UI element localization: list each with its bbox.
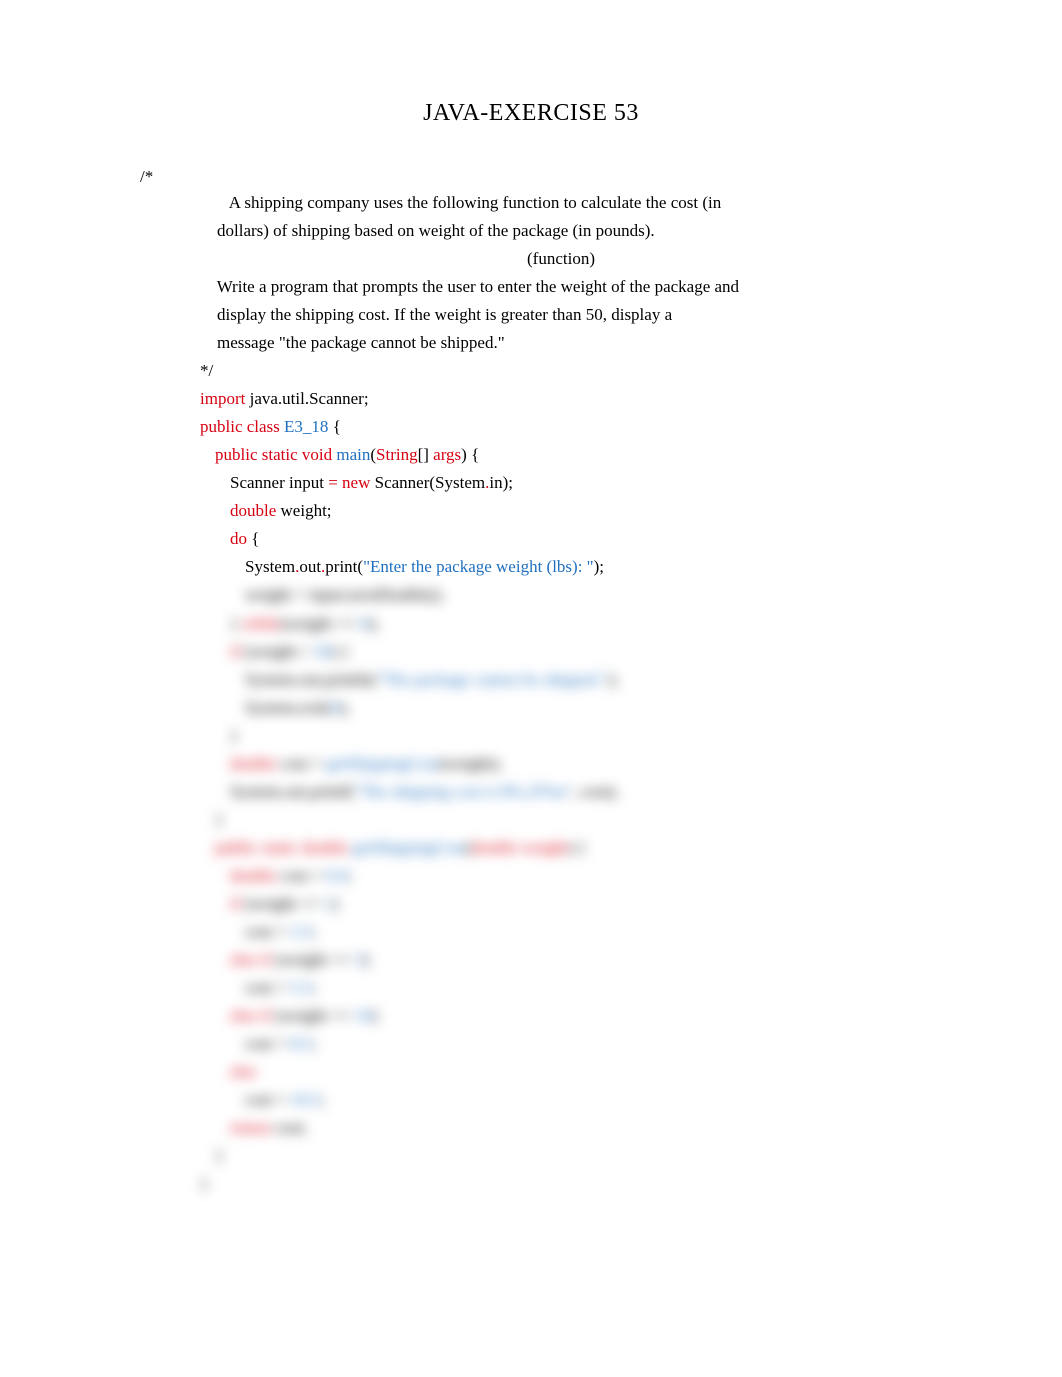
main-decl: public static void main(String[] args) {	[200, 441, 922, 469]
do-keyword: do	[230, 529, 247, 548]
blurred-line: double cost = getShippingCost(weight);	[200, 750, 922, 778]
comment-line: A shipping company uses the following fu…	[200, 189, 922, 217]
comment-close: */	[200, 357, 922, 385]
blurred-line: cost = 8.5;	[200, 1030, 922, 1058]
paren-close: ) {	[461, 445, 479, 464]
weight-decl: double weight;	[200, 497, 922, 525]
main-method: main	[336, 445, 370, 464]
prompt-string: "Enter the package weight (lbs): "	[363, 557, 594, 576]
blurred-line: System.out.printf("The shipping cost is …	[200, 778, 922, 806]
blurred-line: else if (weight <= 10)	[200, 1002, 922, 1030]
blurred-line: if (weight <= 1)	[200, 890, 922, 918]
blurred-line: System.exit(0);	[200, 694, 922, 722]
public-class-keyword: public class	[200, 417, 284, 436]
system: System	[245, 557, 295, 576]
blurred-line: } while(weight <= 0);	[200, 610, 922, 638]
blurred-line: else	[200, 1058, 922, 1086]
scanner-line: Scanner input = new Scanner(System.in);	[200, 469, 922, 497]
blurred-line: System.out.println("The package cannot b…	[200, 666, 922, 694]
code-block: A shipping company uses the following fu…	[200, 189, 922, 1199]
blurred-line: if (weight > 50) {	[200, 638, 922, 666]
import-line: import java.util.Scanner;	[200, 385, 922, 413]
in-close: in);	[489, 473, 513, 492]
weight-var: weight;	[276, 501, 331, 520]
import-keyword: import	[200, 389, 245, 408]
new-keyword: = new	[328, 473, 370, 492]
blurred-line: weight = input.nextDouble();	[200, 581, 922, 609]
page-title: JAVA-EXERCISE 53	[140, 100, 922, 127]
comment-line: dollars) of shipping based on weight of …	[200, 217, 922, 245]
comment-open: /*	[140, 165, 922, 189]
comment-line: display the shipping cost. If the weight…	[200, 301, 922, 329]
scanner-ctor: Scanner(System	[370, 473, 485, 492]
args-param: args	[433, 445, 461, 464]
psv-keyword: public static void	[215, 445, 336, 464]
close-paren: );	[594, 557, 604, 576]
comment-line: Write a program that prompts the user to…	[200, 273, 922, 301]
class-decl: public class E3_18 {	[200, 413, 922, 441]
comment-line: (function)	[200, 245, 922, 273]
document-page: JAVA-EXERCISE 53 /* A shipping company u…	[0, 0, 1062, 1298]
import-statement: java.util.Scanner;	[245, 389, 368, 408]
blurred-line: public static double getShippingCost(dou…	[200, 834, 922, 862]
blurred-line: }	[200, 1170, 922, 1198]
do-line: do {	[200, 525, 922, 553]
blurred-line: return cost;	[200, 1114, 922, 1142]
blurred-content: weight = input.nextDouble(); } while(wei…	[200, 581, 922, 1198]
class-name: E3_18	[284, 417, 328, 436]
blurred-line: double cost = 0.0;	[200, 862, 922, 890]
double-keyword: double	[230, 501, 276, 520]
blurred-line: cost = 3.5;	[200, 918, 922, 946]
comment-line: message "the package cannot be shipped."	[200, 329, 922, 357]
blurred-line: }	[200, 806, 922, 834]
scanner-decl: Scanner input	[230, 473, 328, 492]
blurred-line: cost = 5.5;	[200, 974, 922, 1002]
print: print(	[325, 557, 363, 576]
print-line: System.out.print("Enter the package weig…	[200, 553, 922, 581]
brackets: []	[418, 445, 434, 464]
blurred-line: cost = 10.5;	[200, 1086, 922, 1114]
blurred-line: }	[200, 1142, 922, 1170]
blurred-line: }	[200, 722, 922, 750]
string-type: String	[376, 445, 418, 464]
brace: {	[328, 417, 340, 436]
do-brace: {	[247, 529, 259, 548]
out: out	[299, 557, 321, 576]
blurred-line: else if (weight <= 3)	[200, 946, 922, 974]
